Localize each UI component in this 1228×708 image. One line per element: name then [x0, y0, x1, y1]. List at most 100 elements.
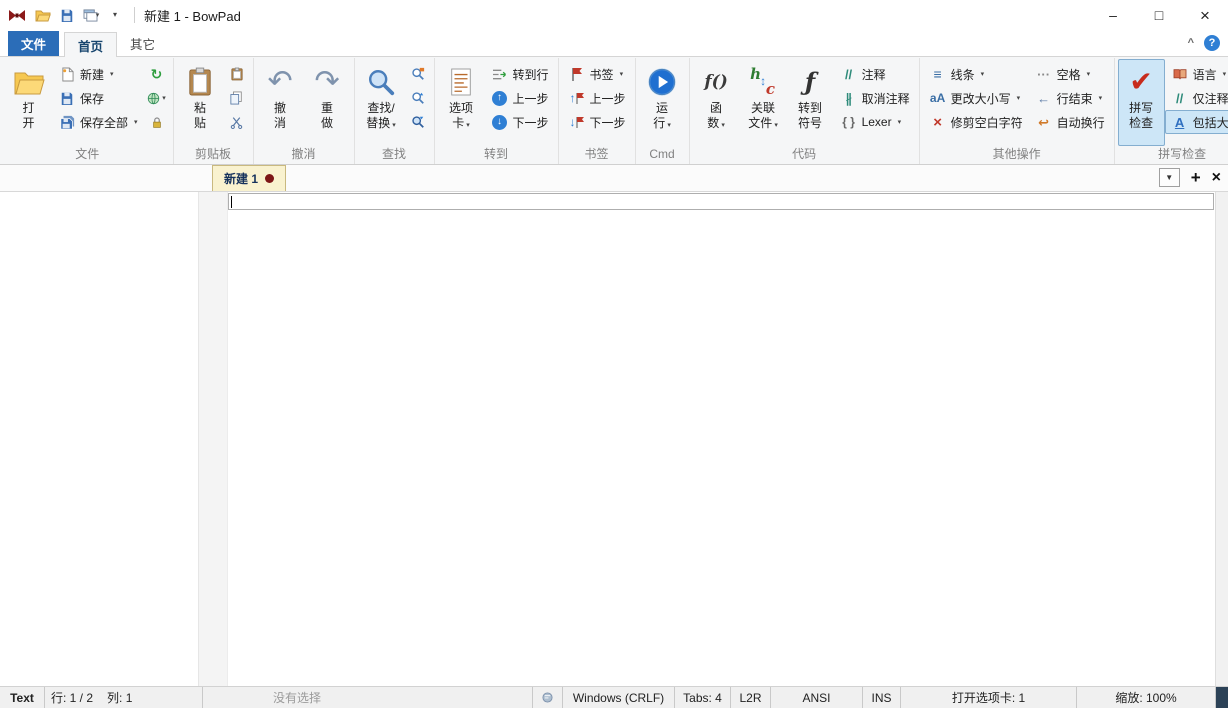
minimize-button[interactable]: – [1090, 0, 1136, 30]
ribbon-group-cmd: 运 行 ▾ Cmd [636, 58, 690, 164]
run-icon [647, 63, 677, 101]
find-previous-button[interactable] [405, 86, 431, 110]
comments-only-button[interactable]: // 仅注释 [1165, 86, 1228, 110]
find-next-button[interactable] [405, 110, 431, 134]
tabs-button[interactable]: 选项 卡 ▾ [438, 59, 485, 146]
paste-label-1: 粘 [194, 101, 207, 115]
save-button[interactable]: 保存 [52, 86, 144, 110]
lexer-button[interactable]: { } Lexer ▾ [834, 110, 916, 134]
find-mark-button[interactable] [405, 62, 431, 86]
header-source-icon: h ↕ c [750, 65, 776, 98]
whitespace-button[interactable]: ··· 空格 ▾ [1029, 62, 1111, 86]
dropdown-icon: ▾ [619, 70, 624, 78]
status-doctype[interactable]: Text [0, 687, 45, 708]
document-list-icon [448, 63, 474, 101]
resize-grip[interactable] [1216, 687, 1228, 708]
new-tab-button[interactable]: + [1191, 169, 1201, 186]
group-label-cmd: Cmd [649, 147, 675, 161]
help-button[interactable]: ? [1204, 35, 1220, 51]
change-case-button[interactable]: aA 更改大小写 ▾ [923, 86, 1029, 110]
paste-button[interactable]: 粘 贴 [177, 59, 224, 146]
uncomment-button[interactable]: ∦ 取消注释 [834, 86, 916, 110]
titlebar-divider [134, 7, 135, 23]
close-button[interactable]: × [1182, 0, 1228, 30]
paste-special-button[interactable] [224, 62, 250, 86]
undo-icon: ↶ [267, 65, 293, 98]
goto-symbol-button[interactable]: ƒ 转到 符号 [787, 59, 834, 146]
bookmark-previous-button[interactable]: ↑ 上一步 [562, 86, 632, 110]
search-next-icon [411, 116, 424, 128]
line-endings-button[interactable]: ← 行结束 ▾ [1029, 86, 1111, 110]
ribbon-group-other-ops: ≡ 线条 ▾ aA 更改大小写 ▾ × 修剪空白字符 ··· 空格 ▾ ← 行结… [920, 58, 1115, 164]
status-eol-format[interactable]: Windows (CRLF) [563, 687, 675, 708]
cut-button[interactable] [224, 110, 250, 134]
find-replace-button[interactable]: 查找/ 替换 ▾ [358, 59, 405, 146]
ribbon-tab-file[interactable]: 文件 [8, 31, 60, 56]
dropdown-icon: ▾ [162, 94, 166, 102]
goto-line-button[interactable]: 转到行 [485, 62, 555, 86]
reload-button[interactable]: ↻ [144, 62, 170, 86]
document-tab[interactable]: 新建 1 [212, 165, 286, 191]
functions-button[interactable]: f() 函 数 ▾ [693, 59, 740, 146]
line-number-gutter[interactable] [199, 192, 228, 686]
clipboard-icon [187, 63, 213, 101]
vertical-scrollbar[interactable] [1215, 192, 1228, 686]
tab-list-dropdown-button[interactable]: ▼ [1158, 168, 1180, 187]
status-insert-mode[interactable]: INS [863, 687, 901, 708]
save-all-button[interactable]: 保存全部 ▾ [52, 110, 144, 134]
comment-button[interactable]: // 注释 [834, 62, 916, 86]
lines-button[interactable]: ≡ 线条 ▾ [923, 62, 1029, 86]
goto-next-button[interactable]: ↓ 下一步 [485, 110, 555, 134]
maximize-button[interactable]: □ [1136, 0, 1182, 30]
status-tab-size[interactable]: Tabs: 4 [675, 687, 731, 708]
ribbon-tab-other[interactable]: 其它 [117, 31, 168, 56]
new-button[interactable]: 新建 ▾ [52, 62, 144, 86]
dropdown-icon: ▾ [1016, 94, 1021, 102]
collapse-ribbon-button[interactable]: ^ [1188, 37, 1194, 49]
editor-area [0, 192, 1228, 686]
goto-previous-button[interactable]: ↑ 上一步 [485, 86, 555, 110]
status-encoding[interactable]: ANSI [771, 687, 863, 708]
ribbon-tab-home[interactable]: 首页 [64, 32, 118, 57]
save-all-icon [58, 115, 76, 130]
bowpad-logo-icon [8, 9, 26, 22]
copy-button[interactable] [224, 86, 250, 110]
status-lexer-indicator[interactable] [533, 687, 563, 708]
qat-save-button[interactable] [55, 3, 79, 27]
redo-button[interactable]: ↷ 重 做 [304, 59, 351, 146]
open-button[interactable]: 打 开 [5, 59, 52, 146]
close-tab-button[interactable]: × [1212, 169, 1221, 186]
qat-tab-list-button[interactable]: ▾ [79, 3, 103, 27]
readonly-lock-button[interactable] [144, 110, 170, 134]
related-files-label-1: 关联 [751, 101, 776, 115]
bookmark-next-button[interactable]: ↓ 下一步 [562, 110, 632, 134]
globe-icon [148, 92, 160, 104]
find-label-2: 替换 [366, 116, 391, 130]
run-button[interactable]: 运 行 ▾ [639, 59, 686, 146]
minimize-icon: – [1109, 7, 1117, 23]
text-editing-surface[interactable] [228, 192, 1215, 686]
bookmark-button[interactable]: 书签 ▾ [562, 62, 632, 86]
related-files-button[interactable]: h ↕ c 关联 文件 ▾ [740, 59, 787, 146]
status-open-tabs[interactable]: 打开选项卡: 1 [901, 687, 1077, 708]
spellcheck-button[interactable]: ✔ 拼写 检查 [1117, 59, 1165, 146]
group-label-other-ops: 其他操作 [992, 147, 1041, 161]
undo-button[interactable]: ↶ 撤 消 [257, 59, 304, 146]
language-button[interactable]: 语言 ▾ [1165, 62, 1228, 86]
tabs-label-2: 卡 [452, 116, 465, 130]
new-label: 新建 [80, 67, 105, 82]
include-uppercase-button[interactable]: A 包括大写 [1164, 110, 1228, 134]
status-zoom[interactable]: 缩放: 100% [1077, 687, 1216, 708]
whitespace-icon: ··· [1037, 66, 1051, 82]
word-wrap-button[interactable]: ↩ 自动换行 [1029, 110, 1111, 134]
status-text-direction[interactable]: L2R [731, 687, 771, 708]
status-selection: 没有选择 [203, 687, 533, 708]
qat-customize-button[interactable]: ▾ [103, 3, 127, 27]
lines-label: 线条 [950, 67, 975, 82]
trim-whitespace-button[interactable]: × 修剪空白字符 [923, 110, 1029, 134]
dropdown-icon: ▾ [1222, 70, 1227, 78]
encoding-button[interactable]: ▾ [144, 86, 170, 110]
qat-open-button[interactable] [31, 3, 55, 27]
scissors-icon [230, 116, 243, 129]
word-wrap-icon: ↩ [1038, 114, 1050, 130]
